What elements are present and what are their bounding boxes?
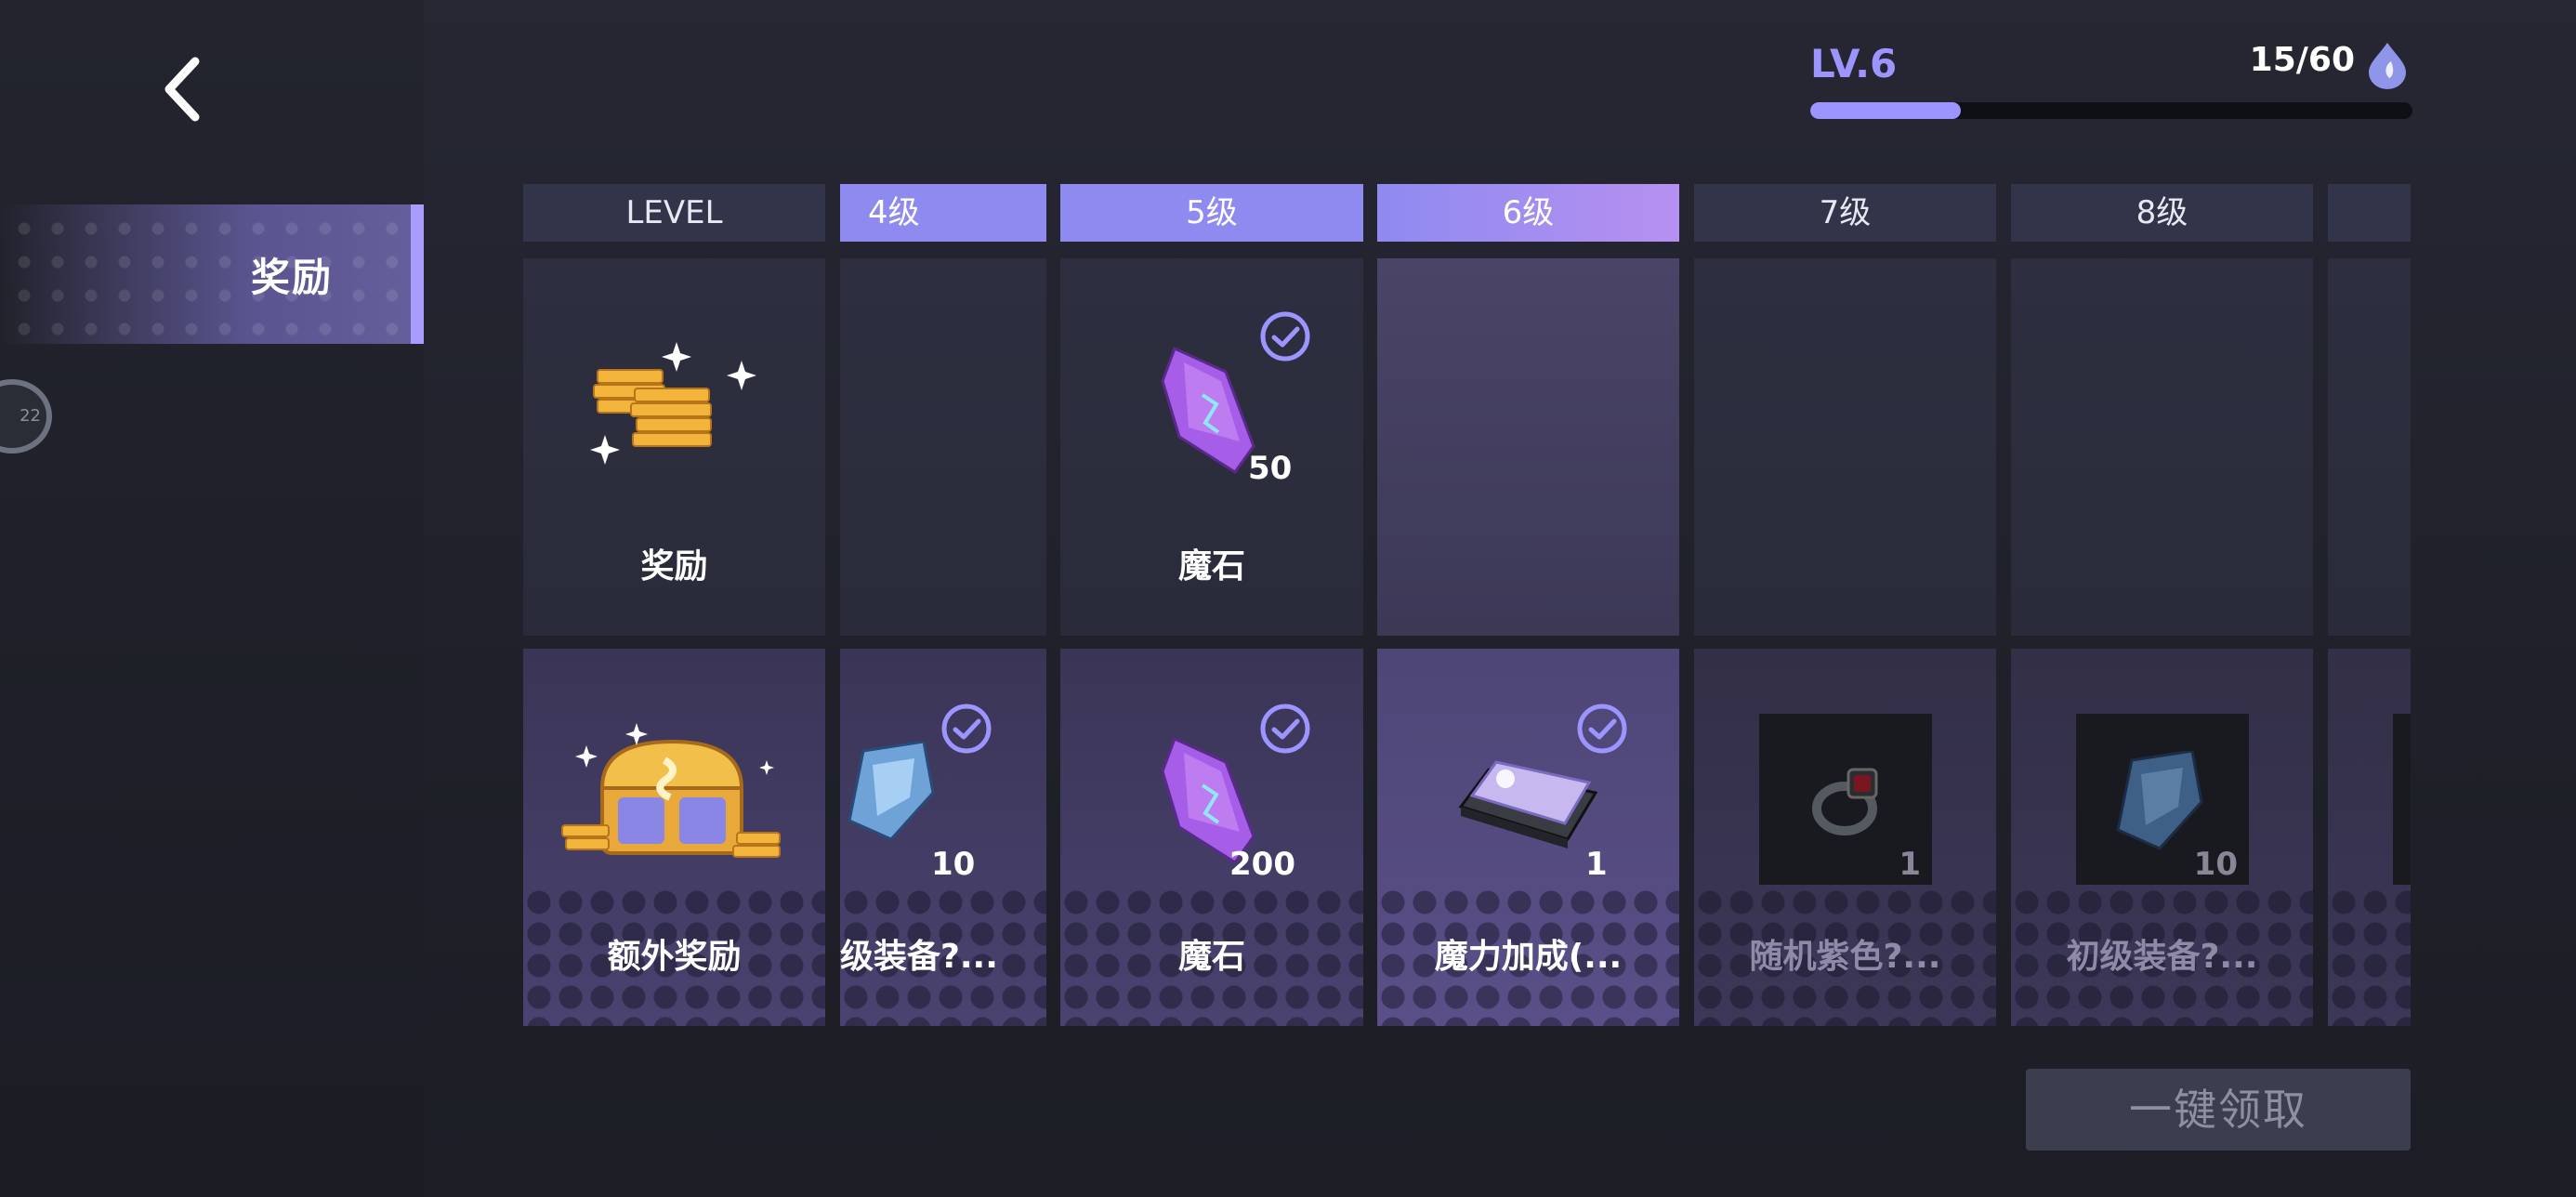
level-header-7: 7级	[1694, 184, 1996, 242]
exp-text: 15/60	[2249, 41, 2355, 79]
level-header: LEVEL	[523, 184, 825, 242]
exp-progress-bar	[1810, 102, 2412, 119]
free-reward-cell-4[interactable]	[840, 258, 1046, 636]
level-header-next	[2328, 184, 2411, 242]
free-row-label-cell: 奖励	[523, 258, 825, 636]
exp-progress-fill	[1810, 102, 1961, 119]
free-reward-cell-next[interactable]	[2328, 258, 2411, 636]
extra-reward-cell-4[interactable]: 10 级装备?...	[840, 649, 1046, 1026]
extra-reward-cell-6[interactable]: 1 魔力加成(...	[1377, 649, 1679, 1026]
claimed-check-icon	[941, 704, 992, 754]
sidebar	[0, 0, 424, 1197]
free-reward-cell-5[interactable]: 50 魔石	[1060, 258, 1363, 636]
reward-count: 50	[1248, 450, 1293, 487]
level-header-4: 4级	[840, 184, 1046, 242]
extra-row-label: 额外奖励	[607, 938, 742, 976]
extra-reward-cell-8[interactable]: 10 初级装备?...	[2011, 649, 2313, 1026]
level-header-6: 6级	[1377, 184, 1679, 242]
extra-reward-cell-next[interactable]	[2328, 649, 2411, 1026]
tab-reward-label: 奖励	[251, 255, 334, 300]
level-label: LV.6	[1810, 41, 1898, 86]
extra-reward-cell-5[interactable]: 200 魔石	[1060, 649, 1363, 1026]
free-row-label: 奖励	[640, 547, 708, 585]
magic-card-icon	[1458, 760, 1598, 848]
reward-name: 初级装备?...	[2066, 938, 2258, 976]
claimed-check-icon	[1260, 704, 1310, 754]
reward-name: 魔石	[1177, 547, 1245, 585]
claimed-check-icon	[1260, 311, 1310, 362]
gold-coins-icon	[590, 342, 756, 465]
back-button[interactable]	[149, 52, 223, 126]
blue-crystal-icon	[848, 742, 935, 841]
reward-name: 魔力加成(...	[1434, 938, 1623, 976]
free-reward-cell-7[interactable]	[1694, 258, 1996, 636]
reward-name: 随机紫色?...	[1749, 938, 1941, 976]
ring-icon	[1812, 768, 1878, 835]
purple-crystal-icon	[1161, 736, 1255, 864]
tab-pattern	[0, 204, 424, 344]
chevron-left-icon	[164, 57, 200, 122]
item-frame: 1	[1759, 714, 1932, 885]
item-frame	[2393, 714, 2411, 885]
reward-count: 10	[2193, 846, 2238, 883]
reward-count: 1	[1585, 846, 1608, 883]
blue-crystal-icon	[2116, 751, 2203, 850]
tab-reward[interactable]: 奖励	[0, 204, 424, 344]
tab-active-indicator	[411, 204, 424, 344]
treasure-chest-icon	[561, 723, 781, 858]
reward-name: 魔石	[1177, 938, 1245, 976]
extra-row-label-cell: 额外奖励	[523, 649, 825, 1026]
claim-all-button[interactable]: 一键领取	[2026, 1069, 2411, 1151]
level-header-5: 5级	[1060, 184, 1363, 242]
free-reward-cell-8[interactable]	[2011, 258, 2313, 636]
extra-reward-cell-7[interactable]: 1 随机紫色?...	[1694, 649, 1996, 1026]
item-frame: 10	[2076, 714, 2249, 885]
reward-count: 1	[1899, 846, 1921, 883]
reward-count: 10	[931, 846, 976, 883]
exp-drop-icon	[2369, 43, 2406, 89]
claimed-check-icon	[1577, 704, 1627, 754]
reward-count: 200	[1229, 846, 1295, 883]
level-header-8: 8级	[2011, 184, 2313, 242]
free-reward-cell-6[interactable]	[1377, 258, 1679, 636]
cell-pattern	[2328, 887, 2411, 1026]
reward-name: 级装备?...	[840, 938, 998, 976]
